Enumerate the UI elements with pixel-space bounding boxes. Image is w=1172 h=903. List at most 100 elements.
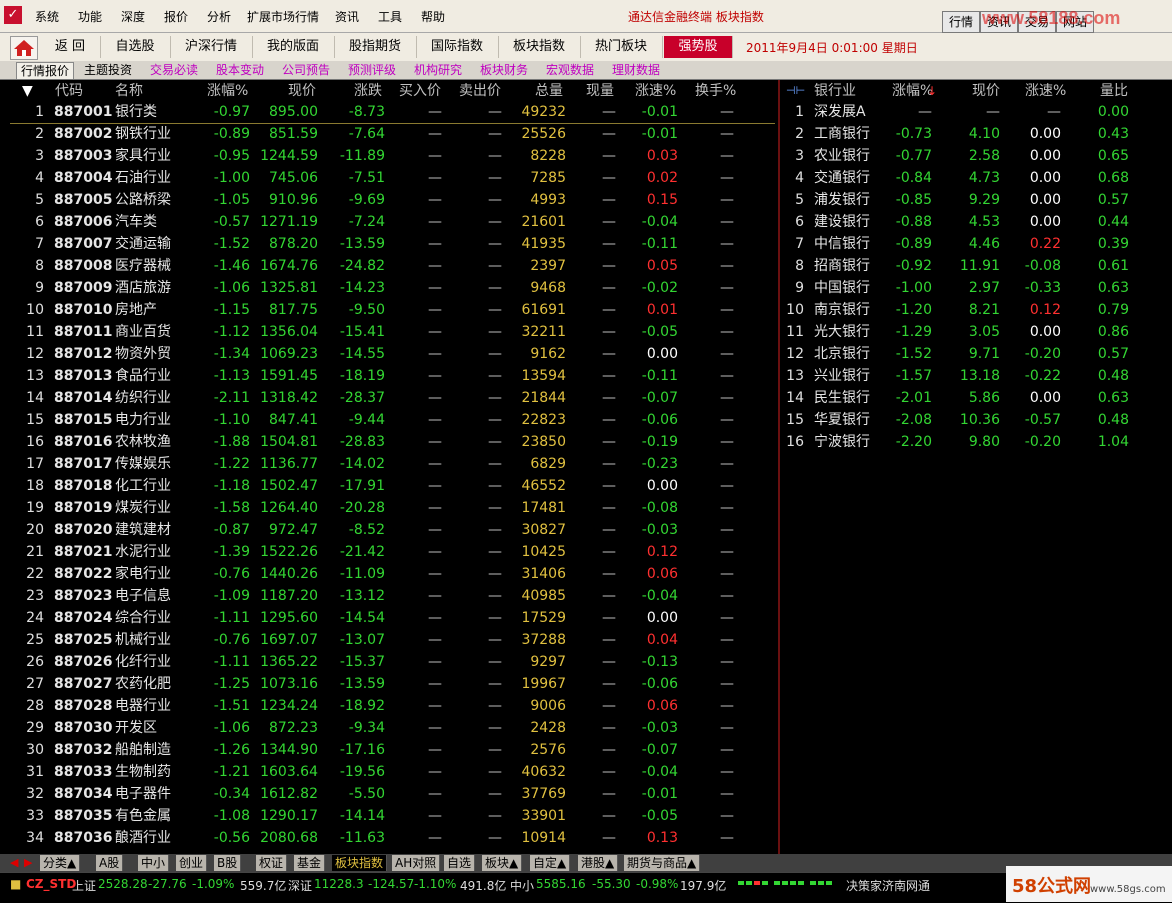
menu-system[interactable]: 系统: [35, 8, 59, 25]
sector-name: 有色金属: [115, 808, 171, 824]
pct-change: -0.87: [213, 522, 250, 538]
back-button[interactable]: 返 回: [40, 36, 101, 58]
top-button-quote[interactable]: 行情: [942, 11, 981, 33]
bottom-tab-12[interactable]: 港股▲: [578, 855, 619, 871]
subtab-macro[interactable]: 宏观数据: [542, 62, 598, 78]
price: 817.75: [269, 302, 318, 318]
subtab-theme[interactable]: 主题投资: [80, 62, 136, 78]
col-header-price[interactable]: 现价: [288, 81, 316, 101]
bottom-tab-9[interactable]: 自选: [444, 855, 476, 871]
change: -8.73: [348, 104, 385, 120]
pct-change: -1.34: [213, 346, 250, 362]
bottom-tab-7[interactable]: 板块指数: [332, 855, 388, 871]
col-header-cur-volume[interactable]: 现量: [586, 81, 614, 101]
col-header-name[interactable]: 名称: [115, 81, 143, 101]
col-header-turnover[interactable]: 换手%: [695, 81, 736, 101]
watchlist-button[interactable]: 自选股: [100, 36, 171, 58]
side-header-speed[interactable]: 涨速%: [1025, 81, 1066, 101]
pct-change: -0.34: [213, 786, 250, 802]
menu-news[interactable]: 资讯: [335, 8, 359, 25]
scroll-left-icon[interactable]: ◀: [10, 856, 18, 869]
hot-sector-button[interactable]: 热门板块: [580, 36, 663, 58]
total-volume: 10425: [521, 544, 566, 560]
subtab-trade-read[interactable]: 交易必读: [146, 62, 202, 78]
change: -13.59: [339, 236, 385, 252]
stock-code: 887005: [54, 192, 113, 208]
stock-code: 887025: [54, 632, 113, 648]
subtab-quote[interactable]: 行情报价: [16, 62, 75, 79]
bottom-tab-4[interactable]: B股: [214, 855, 242, 871]
pct-change: -1.11: [213, 654, 250, 670]
bottom-tab-13[interactable]: 期货与商品▲: [624, 855, 701, 871]
side-header-sector[interactable]: 银行业: [814, 81, 856, 101]
side-header-ratio[interactable]: 量比: [1100, 81, 1128, 101]
col-header-code[interactable]: 代码: [55, 81, 83, 101]
bottom-tab-8[interactable]: AH对照: [392, 855, 441, 871]
subtab-sector-finance[interactable]: 板块财务: [476, 62, 532, 78]
account-name[interactable]: CZ_STD: [26, 877, 76, 891]
sz-volume: 491.8亿: [460, 879, 507, 893]
sector-name: 商业百货: [115, 324, 171, 340]
bottom-tab-5[interactable]: 权证: [256, 855, 288, 871]
col-header-volume[interactable]: 总量: [535, 81, 563, 101]
menu-help[interactable]: 帮助: [421, 8, 445, 25]
total-volume: 19967: [521, 676, 566, 692]
bank-pct-change: -0.73: [895, 126, 932, 142]
scroll-right-icon[interactable]: ▶: [24, 856, 32, 869]
bottom-tab-10[interactable]: 板块▲: [482, 855, 523, 871]
bottom-tab-11[interactable]: 自定▲: [530, 855, 571, 871]
stock-code: 887032: [54, 742, 113, 758]
sort-arrow-icon[interactable]: ▼: [22, 81, 33, 101]
side-row-index: 4: [795, 170, 804, 186]
my-layout-button[interactable]: 我的版面: [252, 36, 335, 58]
brand-logo: 58公式网: [1012, 876, 1092, 897]
bottom-tab-2[interactable]: 中小: [138, 855, 170, 871]
ask: —: [488, 258, 502, 274]
home-button[interactable]: [10, 36, 38, 60]
strong-stock-button[interactable]: 强势股: [664, 36, 733, 58]
turnover: —: [720, 258, 734, 274]
col-header-speed[interactable]: 涨速%: [635, 81, 676, 101]
bottom-tab-3[interactable]: 创业: [176, 855, 208, 871]
menu-tools[interactable]: 工具: [378, 8, 402, 25]
bottom-tab-6[interactable]: 基金: [294, 855, 326, 871]
subtab-research[interactable]: 机构研究: [410, 62, 466, 78]
stock-code: 887010: [54, 302, 113, 318]
index-futures-button[interactable]: 股指期货: [334, 36, 417, 58]
app-logo-icon[interactable]: ✓: [4, 6, 22, 24]
menu-depth[interactable]: 深度: [121, 8, 145, 25]
hs-market-button[interactable]: 沪深行情: [170, 36, 253, 58]
total-volume: 22823: [521, 412, 566, 428]
price: 1674.76: [260, 258, 318, 274]
sh-pct: -1.09%: [192, 877, 235, 891]
bottom-tab-1[interactable]: A股: [96, 855, 124, 871]
col-header-change[interactable]: 涨跌: [354, 81, 382, 101]
total-volume: 17481: [521, 500, 566, 516]
subtab-rating[interactable]: 预测评级: [344, 62, 400, 78]
bottom-tab-0[interactable]: 分类▲: [40, 855, 81, 871]
server-name[interactable]: 决策家济南网通: [846, 877, 930, 894]
turnover: —: [720, 654, 734, 670]
turnover: —: [720, 566, 734, 582]
col-header-ask[interactable]: 卖出价: [459, 81, 501, 101]
pct-change: -1.51: [213, 698, 250, 714]
intl-index-button[interactable]: 国际指数: [416, 36, 499, 58]
pin-icon[interactable]: ⊣⊢: [786, 81, 805, 101]
side-header-price[interactable]: 现价: [972, 81, 1000, 101]
menu-quote[interactable]: 报价: [164, 8, 188, 25]
row-index: 3: [35, 148, 44, 164]
menu-analysis[interactable]: 分析: [207, 8, 231, 25]
stock-code: 887016: [54, 434, 113, 450]
change: -24.82: [339, 258, 385, 274]
subtab-wealth[interactable]: 理财数据: [608, 62, 664, 78]
sector-index-button[interactable]: 板块指数: [498, 36, 581, 58]
price: 1290.17: [260, 808, 318, 824]
menu-function[interactable]: 功能: [78, 8, 102, 25]
menu-extended-market[interactable]: 扩展市场行情: [247, 8, 319, 25]
subtab-equity-change[interactable]: 股本变动: [212, 62, 268, 78]
col-header-bid[interactable]: 买入价: [399, 81, 441, 101]
side-row-index: 13: [786, 368, 804, 384]
subtab-forecast[interactable]: 公司预告: [278, 62, 334, 78]
bid: —: [428, 324, 442, 340]
col-header-pct[interactable]: 涨幅%: [207, 81, 248, 101]
